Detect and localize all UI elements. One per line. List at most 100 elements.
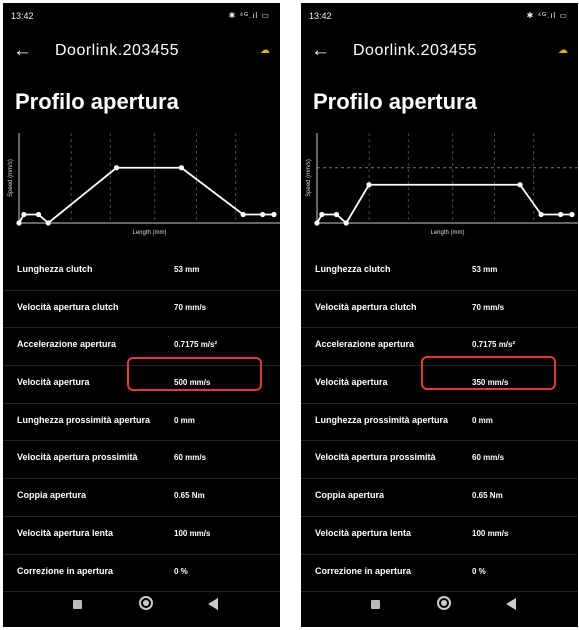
device-title: Doorlink.203455 xyxy=(353,42,478,59)
app-bar: ← Doorlink.203455 ☁ xyxy=(3,39,280,67)
param-label: Coppia apertura xyxy=(17,490,87,501)
param-label: Correzione in apertura xyxy=(17,565,114,576)
param-label: Lunghezza prossimità apertura xyxy=(315,414,449,425)
recents-icon[interactable] xyxy=(73,600,82,609)
profile-point xyxy=(558,211,564,218)
list-item[interactable]: Coppia apertura 0.65 Nm xyxy=(301,479,578,517)
profile-point xyxy=(178,165,185,171)
param-value: 70 mm/s xyxy=(174,302,207,312)
list-item[interactable]: Lunghezza clutch 53 mm xyxy=(301,253,578,291)
list-item[interactable]: Lunghezza prossimità apertura 0 mm xyxy=(3,404,280,442)
param-value: 60 mm/s xyxy=(472,453,505,463)
profile-point xyxy=(260,211,266,218)
app-bar: ← Doorlink.203455 ☁ xyxy=(301,39,578,67)
param-label: Lunghezza clutch xyxy=(17,264,93,274)
list-item[interactable]: Lunghezza prossimità apertura 0 mm xyxy=(301,404,578,442)
param-label: Lunghezza clutch xyxy=(315,264,391,274)
list-item[interactable]: Velocità apertura prossimità 60 mm/s xyxy=(3,441,280,480)
param-label: Correzione in apertura xyxy=(315,565,412,576)
profile-point xyxy=(113,165,120,171)
speed-profile-chart: Length (mm) Speed (mm/s) xyxy=(8,133,280,236)
y-axis-label: Speed (mm/s) xyxy=(306,159,312,197)
param-value: 70 mm/s xyxy=(472,302,505,312)
profile-point xyxy=(517,182,523,188)
list-item[interactable]: Velocità apertura prossimità 60 mm/s xyxy=(301,441,578,480)
param-label: Velocità apertura prossimità xyxy=(17,452,138,463)
profile-point xyxy=(21,211,27,218)
x-axis-label: Length (mm) xyxy=(132,230,166,236)
status-bar: 13:42 ✱ ⁴ᴳ.ıl ▭ xyxy=(11,11,270,25)
page-title: Profilo apertura xyxy=(15,89,179,114)
list-item[interactable]: Velocità apertura clutch 70 mm/s xyxy=(301,291,578,329)
param-label: Velocità apertura clutch xyxy=(315,301,417,312)
profile-point xyxy=(314,220,320,226)
param-value: 0 mm xyxy=(472,415,493,425)
profile-point xyxy=(35,211,42,218)
param-value: 53 mm xyxy=(472,265,498,274)
home-icon[interactable] xyxy=(139,596,153,610)
param-label: Velocità apertura lenta xyxy=(17,527,114,538)
back-triangle-icon[interactable] xyxy=(506,598,516,610)
param-value: 0 mm xyxy=(174,415,195,425)
param-value: 0 % xyxy=(174,566,188,576)
param-label: Velocità apertura clutch xyxy=(17,301,119,312)
parameter-list: Lunghezza clutch 53 mm Velocità apertura … xyxy=(301,253,578,593)
status-icons: ✱ ⁴ᴳ.ıl ▭ xyxy=(526,11,568,20)
highlight-box xyxy=(421,356,556,390)
parameter-list: Lunghezza clutch 53 mm Velocità apertura … xyxy=(3,253,280,593)
profile-point xyxy=(16,220,22,226)
param-label: Accelerazione apertura xyxy=(315,339,415,350)
speed-profile-chart: Length (mm) Speed (mm/s) xyxy=(306,133,578,236)
param-value: 53 mm xyxy=(174,265,200,274)
param-label: Lunghezza prossimità apertura xyxy=(17,414,151,425)
profile-point xyxy=(569,211,575,218)
profile-point xyxy=(240,211,246,218)
param-label: Velocità apertura xyxy=(17,377,90,388)
device-title: Doorlink.203455 xyxy=(55,42,180,59)
list-item[interactable]: Coppia apertura 0.65 Nm xyxy=(3,479,280,517)
param-value: 0.7175 m/s² xyxy=(472,340,516,350)
highlight-box xyxy=(127,357,262,391)
list-item[interactable]: Velocità apertura lenta 100 mm/s xyxy=(3,517,280,555)
param-value: 0 % xyxy=(472,566,486,576)
status-time: 13:42 xyxy=(309,11,332,21)
page-title: Profilo apertura xyxy=(313,89,477,114)
list-item[interactable]: Lunghezza clutch 53 mm xyxy=(3,253,280,291)
list-item[interactable]: Velocità apertura clutch 70 mm/s xyxy=(3,291,280,329)
param-value: 60 mm/s xyxy=(174,453,207,463)
profile-point xyxy=(538,211,544,218)
profile-point xyxy=(343,220,349,226)
profile-point xyxy=(366,182,372,188)
param-label: Coppia apertura xyxy=(315,490,385,501)
cloud-icon[interactable]: ☁ xyxy=(558,45,568,56)
profile-point xyxy=(45,220,51,226)
home-icon[interactable] xyxy=(437,596,451,610)
profile-point xyxy=(333,211,340,218)
arrow-left-icon[interactable]: ← xyxy=(311,40,330,62)
system-nav-bar xyxy=(3,587,280,627)
x-axis-label: Length (mm) xyxy=(430,230,464,236)
back-triangle-icon[interactable] xyxy=(208,598,218,610)
system-nav-bar xyxy=(301,587,578,627)
param-label: Velocità apertura prossimità xyxy=(315,452,436,463)
param-value: 100 mm/s xyxy=(472,528,509,538)
profile-point xyxy=(271,211,277,218)
status-icons: ✱ ⁴ᴳ.ıl ▭ xyxy=(228,11,270,20)
phone-screen-right: 13:42 ✱ ⁴ᴳ.ıl ▭ ← Doorlink.203455 ☁ Prof… xyxy=(301,3,578,627)
param-label: Velocità apertura xyxy=(315,377,388,388)
recents-icon[interactable] xyxy=(371,600,380,609)
param-value: 0.7175 m/s² xyxy=(174,340,218,350)
status-bar: 13:42 ✱ ⁴ᴳ.ıl ▭ xyxy=(309,11,568,25)
list-item[interactable]: Velocità apertura lenta 100 mm/s xyxy=(301,517,578,555)
cloud-icon[interactable]: ☁ xyxy=(260,45,270,56)
y-axis-label: Speed (mm/s) xyxy=(8,159,14,197)
profile-point xyxy=(319,211,325,218)
param-value: 100 mm/s xyxy=(174,528,211,538)
phone-screen-left: 13:42 ✱ ⁴ᴳ.ıl ▭ ← Doorlink.203455 ☁ Prof… xyxy=(3,3,280,627)
param-label: Accelerazione apertura xyxy=(17,339,117,350)
status-time: 13:42 xyxy=(11,11,34,21)
param-value: 0.65 Nm xyxy=(174,491,205,501)
param-value: 0.65 Nm xyxy=(472,491,503,501)
arrow-left-icon[interactable]: ← xyxy=(13,40,32,62)
param-label: Velocità apertura lenta xyxy=(315,527,412,538)
